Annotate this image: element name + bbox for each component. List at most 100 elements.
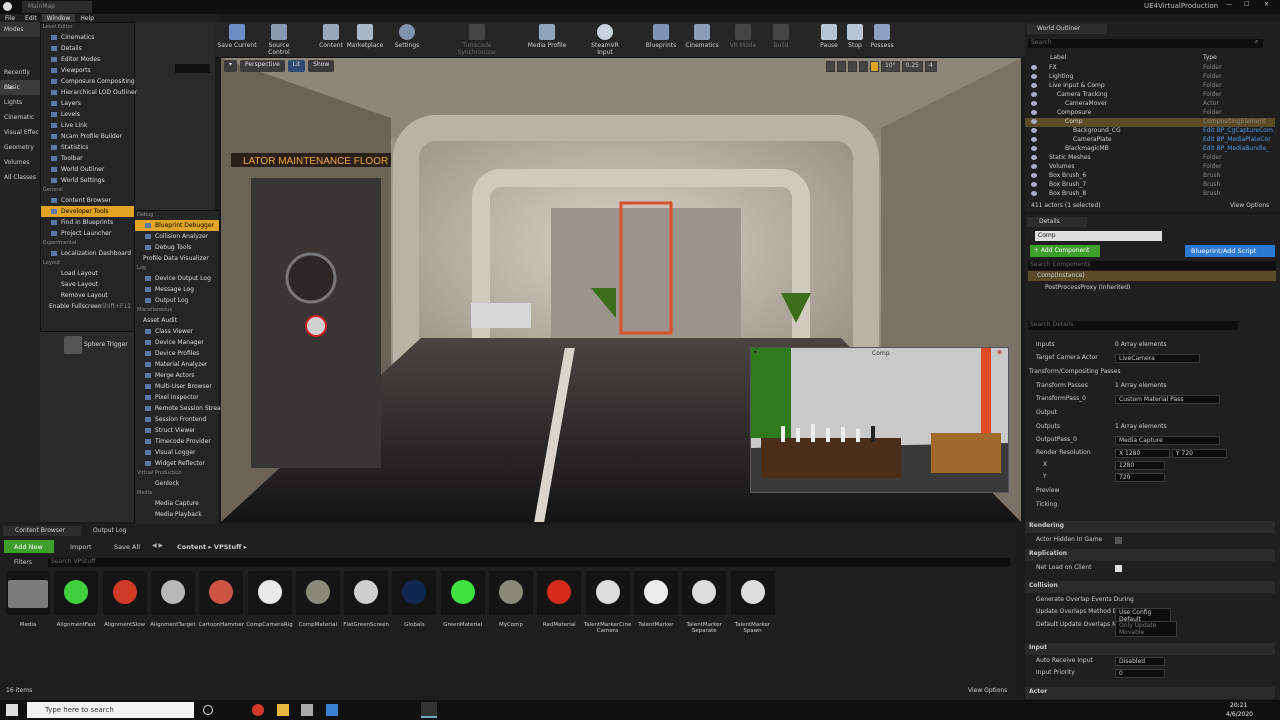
blueprint-add-script-button[interactable]: Blueprint/Add Script (1185, 245, 1275, 257)
maximize-button[interactable]: ☐ (1244, 1, 1249, 8)
transform-pass-dropdown[interactable]: Custom Material Pass (1115, 395, 1220, 404)
menu-item-developer-tools[interactable]: Developer Tools (41, 206, 134, 217)
composite-preview-window[interactable]: Comp ⊗ ▾ (750, 347, 1009, 493)
outliner-row[interactable]: CameraPlate Edit BP_MediaPlateCor (1025, 136, 1275, 145)
submenu-genlock[interactable]: Genlock (135, 478, 219, 489)
visibility-eye-icon[interactable] (1031, 101, 1037, 106)
menu-item-toolbar[interactable]: Toolbar (41, 153, 134, 164)
submenu-multi-user-browser[interactable]: Multi-User Browser (135, 381, 219, 392)
visibility-eye-icon[interactable] (1031, 137, 1037, 142)
menu-item-world-outliner[interactable]: World Outliner (41, 164, 134, 175)
viewport-menu-button[interactable]: ▾ (224, 60, 238, 72)
outliner-view-options[interactable]: View Options (1230, 202, 1269, 209)
section-actor[interactable]: Actor (1025, 687, 1275, 699)
asset-thumbnail[interactable] (199, 571, 244, 615)
store-icon[interactable] (301, 704, 313, 716)
target-camera-dropdown[interactable]: LiveCamera (1115, 354, 1200, 363)
mode-cat-lights[interactable]: Lights (0, 95, 40, 110)
asset-thumbnail[interactable] (392, 571, 437, 615)
submenu-session-frontend[interactable]: Session Frontend (135, 414, 219, 425)
visibility-eye-icon[interactable] (1031, 119, 1037, 124)
submenu-pixel-inspector[interactable]: Pixel Inspector (135, 392, 219, 403)
mode-cat-basic[interactable]: Basic (0, 80, 40, 95)
asset-thumbnail[interactable] (633, 571, 678, 615)
menu-item-remove-layout[interactable]: Remove Layout (41, 290, 134, 301)
submenu-device-profiles[interactable]: Device Profiles (135, 348, 219, 359)
asset-thumbnail[interactable] (730, 571, 775, 615)
menu-item-cinematics[interactable]: Cinematics (41, 32, 134, 43)
menu-item-editor-modes[interactable]: Editor Modes (41, 54, 134, 65)
visibility-eye-icon[interactable] (1031, 128, 1037, 133)
section-transform[interactable]: Transform/Compositing Passes (1025, 367, 1275, 379)
menu-item-live-link[interactable]: Live Link (41, 120, 134, 131)
section-replication[interactable]: Replication (1025, 549, 1275, 561)
search-details-input[interactable]: Search Details (1028, 321, 1238, 330)
outliner-row[interactable]: Static Meshes Folder (1025, 154, 1275, 163)
outliner-tab[interactable]: World Outliner (1027, 24, 1107, 34)
auto-receive-dropdown[interactable]: Disabled (1115, 657, 1165, 666)
angle-snap-value[interactable]: 10° (881, 61, 900, 72)
mail-icon[interactable] (326, 704, 338, 716)
tab-output-log[interactable]: Output Log (83, 526, 143, 536)
visibility-eye-icon[interactable] (1031, 74, 1037, 79)
import-button[interactable]: Import (62, 543, 92, 551)
section-collision[interactable]: Collision (1025, 581, 1275, 593)
menu-item-layers[interactable]: Layers (41, 98, 134, 109)
content-view-options[interactable]: View Options (968, 687, 1007, 694)
visibility-eye-icon[interactable] (1031, 164, 1037, 169)
visibility-eye-icon[interactable] (1031, 110, 1037, 115)
filters-button[interactable]: Filters (4, 559, 44, 568)
menu-item-localization[interactable]: Localization Dashboard (41, 248, 134, 259)
visibility-eye-icon[interactable] (1031, 65, 1037, 70)
perspective-button[interactable]: Perspective (240, 60, 285, 72)
asset-thumbnail[interactable] (344, 571, 389, 615)
asset-thumbnail[interactable] (585, 571, 630, 615)
search-components-input[interactable]: Search Components (1028, 261, 1276, 270)
menu-item-save-layout[interactable]: Save Layout (41, 279, 134, 290)
outliner-row[interactable]: Comp CompositingElement (1025, 118, 1275, 127)
submenu-remote-session-stream[interactable]: Remote Session Stream (135, 403, 227, 414)
asset-thumbnail[interactable] (54, 571, 99, 615)
menu-item-content-browser[interactable]: Content Browser (41, 195, 134, 206)
camera-speed-value[interactable]: 4 (925, 61, 937, 72)
y-field[interactable]: 720 (1115, 473, 1165, 482)
explorer-icon[interactable] (277, 704, 289, 716)
x-field[interactable]: 1280 (1115, 461, 1165, 470)
start-icon[interactable] (6, 704, 18, 716)
save-all-button[interactable]: Save All (105, 543, 140, 551)
default-update-dropdown[interactable]: Only Update Movable (1115, 621, 1177, 637)
section-input[interactable]: Input (1025, 643, 1275, 655)
output-pass-dropdown[interactable]: Media Capture (1115, 436, 1220, 445)
prop-ticking[interactable]: Ticking (1025, 500, 1275, 512)
submenu-material-analyzer[interactable]: Material Analyzer (135, 359, 219, 370)
submenu-visual-logger[interactable]: Visual Logger (135, 447, 219, 458)
menu-item-load-layout[interactable]: Load Layout (41, 268, 134, 279)
outliner-row[interactable]: Box Brush_7 Brush (1025, 181, 1275, 190)
asset-thumbnail[interactable] (247, 571, 292, 615)
outliner-col-type[interactable]: Type (1203, 54, 1217, 61)
document-tab[interactable]: MainMap (22, 1, 92, 13)
source-control-button[interactable]: Source Control (257, 24, 301, 56)
mode-cat-all[interactable]: All Classes (0, 170, 40, 185)
place-search-input[interactable] (175, 64, 210, 73)
settings-button[interactable]: Settings (385, 24, 429, 49)
component-instance-row[interactable]: Comp(Instance) (1028, 271, 1276, 281)
mode-cat-cinematic[interactable]: Cinematic (0, 110, 40, 125)
prop-preview[interactable]: Preview (1025, 486, 1275, 498)
submenu-media-playback[interactable]: Media Playback (135, 509, 219, 520)
task-view-icon[interactable] (203, 705, 213, 715)
visibility-eye-icon[interactable] (1031, 92, 1037, 97)
submenu-debug-tools[interactable]: Debug Tools (135, 242, 219, 253)
mode-cat-volumes[interactable]: Volumes (0, 155, 40, 170)
submenu-widget-reflector[interactable]: Widget Reflector (135, 458, 219, 469)
submenu-device-output-log[interactable]: Device Output Log (135, 273, 219, 284)
modes-tab[interactable]: Modes (0, 22, 40, 37)
submenu-merge-actors[interactable]: Merge Actors (135, 370, 219, 381)
rotate-tool-button[interactable] (837, 61, 846, 72)
tab-content-browser[interactable]: Content Browser (3, 526, 81, 536)
menu-item-find-in-blueprints[interactable]: Find in Blueprints (41, 217, 134, 228)
menu-item-ncam[interactable]: Ncam Profile Builder (41, 131, 134, 142)
media-profile-button[interactable]: Media Profile (525, 24, 569, 49)
add-component-button[interactable]: + Add Component (1030, 245, 1100, 257)
lit-button[interactable]: Lit (287, 60, 306, 72)
